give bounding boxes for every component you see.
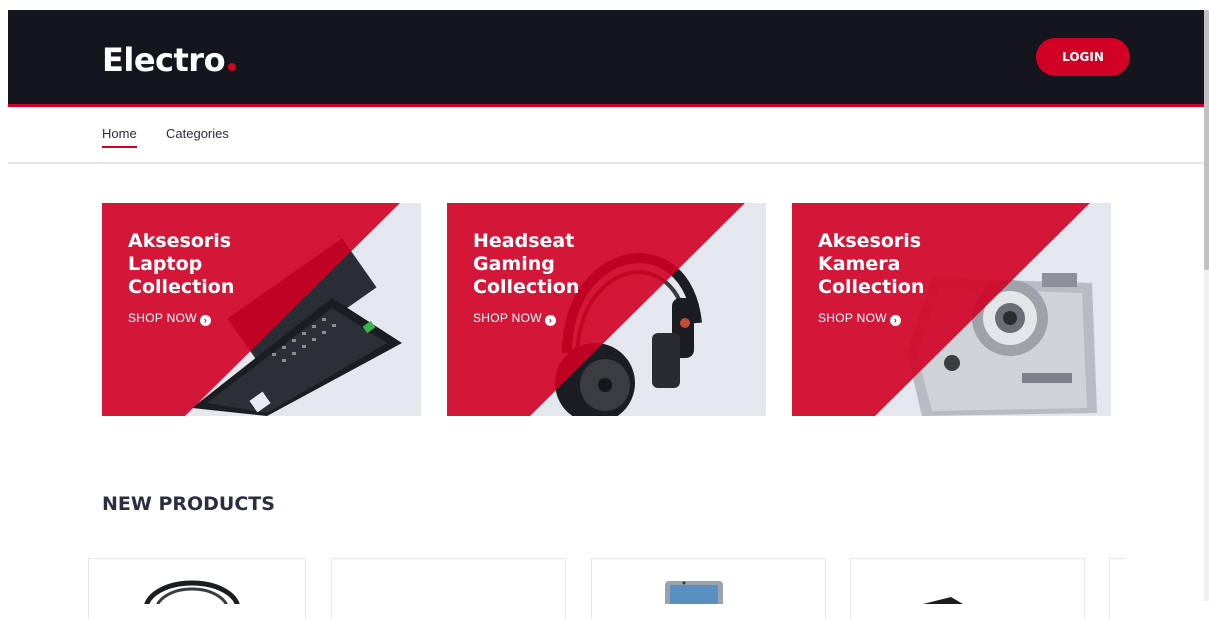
collection-card-headphones[interactable]: Headseat Gaming Collection SHOP NOW › — [447, 203, 766, 416]
scrollbar-thumb[interactable] — [1204, 10, 1209, 270]
shop-now-link[interactable]: SHOP NOW › — [128, 311, 211, 326]
arrow-circle-right-icon: › — [199, 315, 211, 326]
shop-now-label: SHOP NOW — [128, 311, 197, 325]
product-card[interactable] — [88, 558, 306, 619]
title-line: Collection — [128, 276, 235, 298]
product-card[interactable] — [850, 558, 1085, 619]
collection-card-laptop[interactable]: Aksesoris Laptop Collection SHOP NOW › — [102, 203, 421, 416]
collection-card-camera[interactable]: Aksesoris Kamera Collection SHOP NOW › — [792, 203, 1111, 416]
arrow-circle-right-icon: › — [889, 315, 901, 326]
collection-title: Aksesoris Kamera Collection — [818, 230, 1018, 299]
page-scrollbar[interactable] — [1204, 10, 1209, 601]
arrow-circle-right-icon: › — [544, 315, 556, 326]
title-line: Kamera — [818, 253, 901, 275]
logo[interactable]: Electro — [102, 40, 237, 80]
product-card-partial[interactable] — [1109, 558, 1126, 619]
logo-text: Electro — [102, 41, 226, 79]
logo-dot — [228, 63, 237, 71]
title-line: Laptop — [128, 253, 203, 275]
title-line: Aksesoris — [818, 230, 922, 252]
product-card[interactable] — [591, 558, 826, 619]
product-headphones-image — [143, 580, 241, 619]
title-line: Headseat — [473, 230, 575, 252]
login-button[interactable]: LOGIN — [1036, 38, 1130, 76]
site-header: Electro LOGIN — [8, 10, 1204, 107]
main-nav: Home Categories — [8, 107, 1204, 164]
product-smartphone-image — [665, 581, 723, 611]
nav-item-home[interactable]: Home — [102, 126, 137, 148]
title-line: Collection — [473, 276, 580, 298]
title-line: Aksesoris — [128, 230, 232, 252]
collection-title: Aksesoris Laptop Collection — [128, 230, 328, 299]
window-top-strip — [0, 0, 1209, 10]
title-line: Gaming — [473, 253, 555, 275]
shop-now-link[interactable]: SHOP NOW › — [818, 311, 901, 326]
product-dark-item-image — [923, 597, 963, 604]
nav-item-label: Categories — [166, 126, 229, 141]
nav-item-label: Home — [102, 126, 137, 141]
product-card[interactable] — [331, 558, 566, 619]
new-products-title: NEW PRODUCTS — [102, 493, 275, 515]
shop-now-link[interactable]: SHOP NOW › — [473, 311, 556, 326]
collection-title: Headseat Gaming Collection — [473, 230, 673, 299]
shop-now-label: SHOP NOW — [818, 311, 887, 325]
active-underline — [102, 146, 137, 148]
title-line: Collection — [818, 276, 925, 298]
nav-item-categories[interactable]: Categories — [166, 126, 229, 141]
shop-now-label: SHOP NOW — [473, 311, 542, 325]
